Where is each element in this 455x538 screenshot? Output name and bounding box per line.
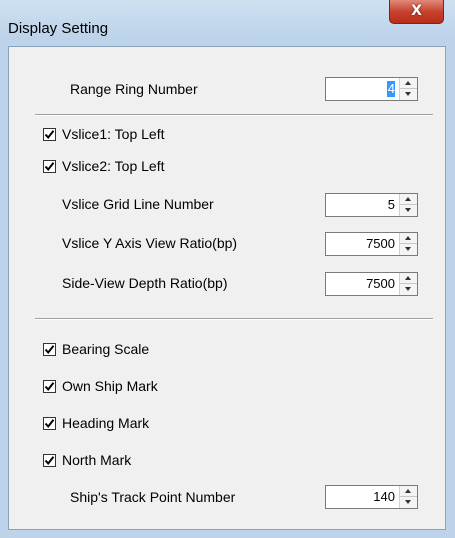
- spin-down-button[interactable]: [400, 205, 417, 216]
- vslice1-label[interactable]: Vslice1: Top Left: [62, 125, 164, 143]
- arrow-up-icon: [405, 81, 411, 85]
- spin-down-button[interactable]: [400, 284, 417, 295]
- spin-down-button[interactable]: [400, 244, 417, 255]
- display-setting-dialog: Display Setting X Range Ring Number 4 Vs…: [0, 0, 455, 538]
- bearing-scale-label[interactable]: Bearing Scale: [62, 340, 149, 358]
- range-ring-number-label: Range Ring Number: [70, 81, 198, 97]
- spin-up-button[interactable]: [400, 233, 417, 244]
- checkmark-icon: [44, 130, 55, 140]
- vslice-grid-line-number-spinner[interactable]: 5: [325, 193, 418, 217]
- checkmark-icon: [44, 382, 55, 392]
- north-mark-checkbox[interactable]: [43, 454, 56, 467]
- arrow-up-icon: [405, 276, 411, 280]
- title-bar[interactable]: Display Setting X: [0, 0, 455, 38]
- spinner-arrows: [399, 273, 417, 295]
- spinner-arrows: [399, 486, 417, 508]
- vslice-grid-line-number-value[interactable]: 5: [388, 197, 395, 213]
- heading-mark-checkbox[interactable]: [43, 417, 56, 430]
- spin-up-button[interactable]: [400, 273, 417, 284]
- spin-up-button[interactable]: [400, 486, 417, 497]
- spinner-arrows: [399, 78, 417, 100]
- arrow-up-icon: [405, 489, 411, 493]
- dialog-client-area: Range Ring Number 4 Vslice1: Top Left Vs…: [8, 46, 446, 530]
- checkmark-icon: [44, 419, 55, 429]
- section-divider: [35, 114, 433, 116]
- range-ring-number-spinner[interactable]: 4: [325, 77, 418, 101]
- close-button[interactable]: X: [389, 0, 444, 24]
- own-ship-mark-checkbox[interactable]: [43, 380, 56, 393]
- close-icon: X: [411, 3, 422, 19]
- north-mark-label[interactable]: North Mark: [62, 451, 131, 469]
- vslice2-label[interactable]: Vslice2: Top Left: [62, 157, 164, 175]
- vslice-grid-line-number-label: Vslice Grid Line Number: [62, 196, 214, 212]
- arrow-down-icon: [405, 208, 411, 212]
- heading-mark-label[interactable]: Heading Mark: [62, 414, 149, 432]
- arrow-up-icon: [405, 197, 411, 201]
- spin-down-button[interactable]: [400, 89, 417, 100]
- arrow-down-icon: [405, 247, 411, 251]
- track-point-number-label: Ship's Track Point Number: [70, 489, 236, 505]
- arrow-up-icon: [405, 236, 411, 240]
- range-ring-number-value[interactable]: 4: [388, 81, 395, 97]
- arrow-down-icon: [405, 287, 411, 291]
- vslice-y-axis-ratio-value[interactable]: 7500: [366, 236, 395, 252]
- vslice-y-axis-ratio-spinner[interactable]: 7500: [325, 232, 418, 256]
- checkmark-icon: [44, 162, 55, 172]
- section-divider: [35, 318, 433, 320]
- spin-up-button[interactable]: [400, 78, 417, 89]
- checkmark-icon: [44, 345, 55, 355]
- side-view-depth-ratio-value[interactable]: 7500: [366, 276, 395, 292]
- arrow-down-icon: [405, 500, 411, 504]
- vslice2-checkbox[interactable]: [43, 160, 56, 173]
- spinner-arrows: [399, 233, 417, 255]
- side-view-depth-ratio-spinner[interactable]: 7500: [325, 272, 418, 296]
- vslice-y-axis-ratio-label: Vslice Y Axis View Ratio(bp): [62, 235, 238, 251]
- bearing-scale-checkbox[interactable]: [43, 343, 56, 356]
- vslice1-checkbox[interactable]: [43, 128, 56, 141]
- checkmark-icon: [44, 456, 55, 466]
- side-view-depth-ratio-label: Side-View Depth Ratio(bp): [62, 275, 228, 291]
- spin-up-button[interactable]: [400, 194, 417, 205]
- track-point-number-value[interactable]: 140: [373, 489, 395, 505]
- own-ship-mark-label[interactable]: Own Ship Mark: [62, 377, 158, 395]
- spinner-arrows: [399, 194, 417, 216]
- window-title: Display Setting: [8, 20, 109, 37]
- arrow-down-icon: [405, 92, 411, 96]
- track-point-number-spinner[interactable]: 140: [325, 485, 418, 509]
- spin-down-button[interactable]: [400, 497, 417, 508]
